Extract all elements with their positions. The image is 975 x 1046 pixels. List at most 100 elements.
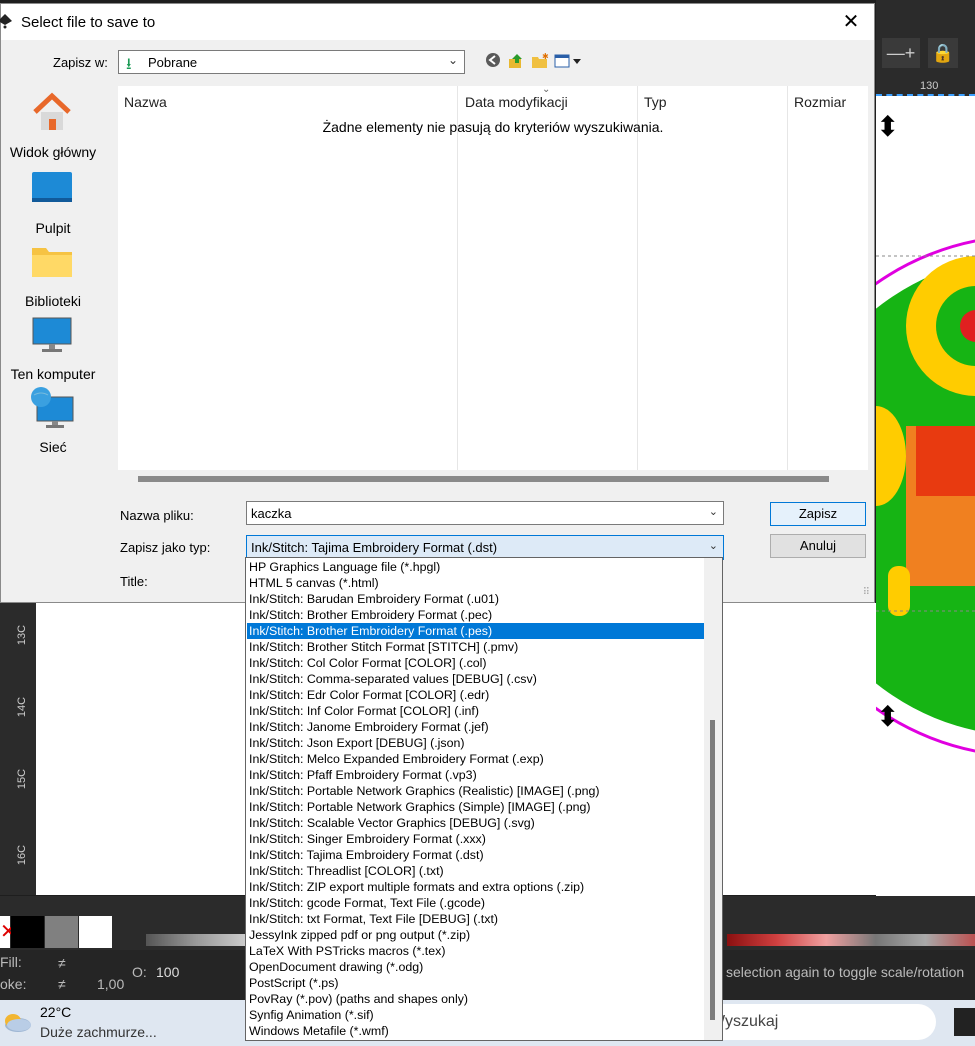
opacity-label: O: xyxy=(132,964,147,980)
filetype-option[interactable]: LaTeX With PSTricks macros (*.tex) xyxy=(247,943,704,959)
places-sidebar: Widok główny Pulpit Biblioteki Ten kompu… xyxy=(1,82,105,557)
filetype-option[interactable]: Ink/Stitch: Threadlist [COLOR] (.txt) xyxy=(247,863,704,879)
place-desktop[interactable]: Pulpit xyxy=(1,166,105,238)
filetype-option[interactable]: Ink/Stitch: Col Color Format [COLOR] (.c… xyxy=(247,655,704,671)
filename-label: Nazwa pliku: xyxy=(120,508,194,523)
filetype-option[interactable]: JessyInk zipped pdf or png output (*.zip… xyxy=(247,927,704,943)
sort-chevron-icon: ⌄ xyxy=(542,84,551,95)
horizontal-scrollbar[interactable] xyxy=(138,476,829,482)
place-computer[interactable]: Ten komputer xyxy=(1,312,105,384)
filetype-option[interactable]: Ink/Stitch: txt Format, Text File [DEBUG… xyxy=(247,911,704,927)
weather-temp[interactable]: 22°C xyxy=(40,1004,71,1020)
ruler-left-label: 14C xyxy=(16,696,29,718)
network-icon xyxy=(31,387,74,428)
resize-grip-icon[interactable]: ⠿ xyxy=(863,587,870,598)
no-paint-swatch[interactable]: ✕ xyxy=(0,916,17,948)
save-button[interactable]: Zapisz xyxy=(770,502,866,526)
stroke-width-value: 1,00 xyxy=(97,976,125,992)
top-ruler: 130 xyxy=(876,80,975,96)
palette-grays[interactable] xyxy=(146,934,246,946)
place-network[interactable]: Sieć xyxy=(1,385,105,457)
filetype-option[interactable]: HP Graphics Language file (*.hpgl) xyxy=(247,559,704,575)
taskbar-search-box[interactable]: Wyszukaj xyxy=(696,1004,936,1040)
new-folder-icon[interactable]: ✱ xyxy=(531,52,549,70)
filetype-option[interactable]: HTML 5 canvas (*.html) xyxy=(247,575,704,591)
column-header-date[interactable]: Data modyfikacji xyxy=(465,94,568,110)
ruler-top-label: 130 xyxy=(920,80,939,92)
place-home[interactable]: Widok główny xyxy=(1,90,105,165)
empty-list-message: Żadne elementy nie pasują do kryteriów w… xyxy=(322,119,664,135)
stroke-label: oke: xyxy=(0,976,27,992)
filetype-option[interactable]: Ink/Stitch: Portable Network Graphics (R… xyxy=(247,783,704,799)
save-in-dropdown[interactable]: ⭳ Pobrane ⌄ xyxy=(118,50,465,74)
place-label: Widok główny xyxy=(9,144,97,160)
column-header-type[interactable]: Typ xyxy=(644,94,667,110)
filetype-option[interactable]: Ink/Stitch: Janome Embroidery Format (.j… xyxy=(247,719,704,735)
dialog-titlebar[interactable]: Select file to save to ✕ xyxy=(0,4,874,40)
palette-reds[interactable] xyxy=(727,934,975,946)
filetype-option[interactable]: OpenDocument drawing (*.odg) xyxy=(247,959,704,975)
file-list[interactable]: Nazwa Data modyfikacji ⌄ Typ Rozmiar Żad… xyxy=(118,84,868,470)
cloud-icon xyxy=(2,1010,32,1034)
place-label: Sieć xyxy=(39,439,67,455)
filetype-option[interactable]: Ink/Stitch: ZIP export multiple formats … xyxy=(247,879,704,895)
filetype-option[interactable]: Ink/Stitch: Scalable Vector Graphics [DE… xyxy=(247,815,704,831)
opacity-input[interactable]: 100 xyxy=(156,964,179,980)
filetype-option[interactable]: Ink/Stitch: Pfaff Embroidery Format (.vp… xyxy=(247,767,704,783)
back-icon[interactable] xyxy=(484,52,502,70)
column-header-size[interactable]: Rozmiar xyxy=(794,94,846,110)
ruler-left-label: 15C xyxy=(16,768,29,790)
filetype-option[interactable]: Ink/Stitch: Inf Color Format [COLOR] (.i… xyxy=(247,703,704,719)
close-icon[interactable]: ✕ xyxy=(828,4,874,40)
status-message: selection again to toggle scale/rotation xyxy=(726,964,965,980)
filetype-option[interactable]: Ink/Stitch: Portable Network Graphics (S… xyxy=(247,799,704,815)
column-divider xyxy=(457,86,458,470)
filetype-options-list[interactable]: HP Graphics Language file (*.hpgl) HTML 5… xyxy=(245,557,723,1041)
zoom-stepper[interactable]: —+ xyxy=(882,38,920,68)
filetype-option[interactable]: Synfig Animation (*.sif) xyxy=(247,1007,704,1023)
palette-swatch-white[interactable] xyxy=(79,916,112,948)
filetype-option[interactable]: PovRay (*.pov) (paths and shapes only) xyxy=(247,991,704,1007)
place-label: Biblioteki xyxy=(24,293,82,309)
column-divider xyxy=(787,86,788,470)
ruler-left-label: 13C xyxy=(16,624,29,646)
palette-swatch-black[interactable] xyxy=(11,916,44,948)
filetype-option[interactable]: Ink/Stitch: Brother Stitch Format [STITC… xyxy=(247,639,704,655)
chevron-down-icon: ⌄ xyxy=(447,53,458,67)
chevron-down-icon: ⌄ xyxy=(708,540,718,552)
cancel-button[interactable]: Anuluj xyxy=(770,534,866,558)
stroke-value: ≠ xyxy=(58,976,66,992)
svg-text:⬍: ⬍ xyxy=(876,110,899,143)
lock-icon[interactable]: 🔒 xyxy=(928,38,958,68)
filename-input[interactable]: kaczka ⌄ xyxy=(246,501,724,525)
weather-description[interactable]: Duże zachmurze... xyxy=(40,1024,157,1040)
palette-swatch-gray[interactable] xyxy=(45,916,78,948)
filetype-option[interactable]: Ink/Stitch: Comma-separated values [DEBU… xyxy=(247,671,704,687)
place-libraries[interactable]: Biblioteki xyxy=(1,239,105,311)
view-menu-icon[interactable] xyxy=(554,52,584,70)
title-field-label: Title: xyxy=(120,574,148,589)
filetype-option[interactable]: Ink/Stitch: Barudan Embroidery Format (.… xyxy=(247,591,704,607)
dropdown-scroll-thumb[interactable] xyxy=(710,720,715,1020)
libraries-folder-icon xyxy=(32,248,72,277)
save-in-value: Pobrane xyxy=(148,55,198,70)
filetype-option[interactable]: Ink/Stitch: Brother Embroidery Format (.… xyxy=(247,607,704,623)
chevron-down-icon[interactable]: ⌄ xyxy=(709,505,718,518)
filetype-option[interactable]: Windows Metafile (*.wmf) xyxy=(247,1023,704,1039)
zoom-plus-label[interactable]: + xyxy=(905,43,916,63)
filetype-option[interactable]: Ink/Stitch: Json Export [DEBUG] (.json) xyxy=(247,735,704,751)
filetype-option[interactable]: PostScript (*.ps) xyxy=(247,975,704,991)
zoom-minus-label[interactable]: — xyxy=(887,43,905,63)
taskbar-app-icon[interactable] xyxy=(954,1008,975,1036)
filetype-option[interactable]: Ink/Stitch: Tajima Embroidery Format (.d… xyxy=(247,847,704,863)
up-folder-icon[interactable] xyxy=(507,52,525,70)
filetype-option[interactable]: Ink/Stitch: Singer Embroidery Format (.x… xyxy=(247,831,704,847)
place-label: Pulpit xyxy=(35,220,71,236)
filetype-option[interactable]: Ink/Stitch: Melco Expanded Embroidery Fo… xyxy=(247,751,704,767)
filetype-option[interactable]: Ink/Stitch: gcode Format, Text File (.gc… xyxy=(247,895,704,911)
column-header-name[interactable]: Nazwa xyxy=(124,94,167,110)
filetype-option[interactable]: Ink/Stitch: Edr Color Format [COLOR] (.e… xyxy=(247,687,704,703)
filetype-label: Zapisz jako typ: xyxy=(120,540,211,555)
duck-artwork: ⬍ ⬍ xyxy=(764,110,975,753)
filetype-option-selected[interactable]: Ink/Stitch: Brother Embroidery Format (.… xyxy=(247,623,704,639)
